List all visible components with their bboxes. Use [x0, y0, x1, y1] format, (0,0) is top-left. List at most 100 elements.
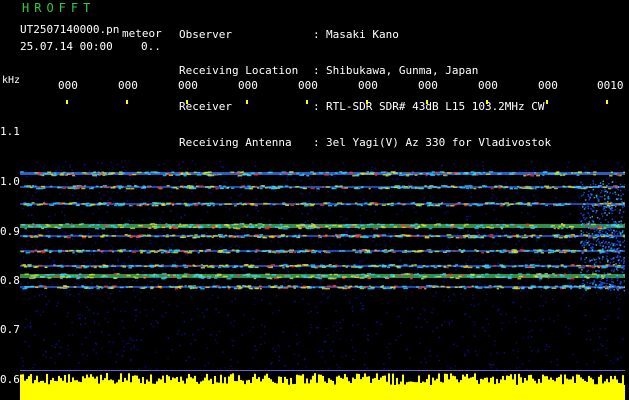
noise-speck	[377, 232, 379, 234]
signal-speck	[130, 265, 134, 267]
noise-speck	[269, 302, 271, 305]
noise-speck	[587, 242, 589, 244]
noise-speck	[128, 160, 130, 163]
noise-speck	[602, 180, 605, 182]
signal-speck	[81, 285, 84, 287]
noise-speck	[237, 361, 239, 363]
signal-speck	[370, 273, 375, 276]
signal-speck	[481, 276, 485, 278]
noise-speck	[345, 231, 347, 233]
noise-speck	[43, 339, 45, 341]
noise-speck	[490, 367, 492, 369]
noise-speck	[225, 182, 228, 184]
signal-speck	[331, 187, 335, 190]
level-bar	[230, 374, 232, 400]
signal-speck	[326, 285, 332, 287]
noise-speck	[321, 206, 324, 209]
noise-speck	[257, 210, 259, 212]
signal-speck	[478, 186, 482, 189]
signal-speck	[303, 187, 307, 190]
signal-speck	[168, 227, 172, 229]
level-bar	[136, 375, 138, 400]
signal-speck	[576, 185, 581, 188]
noise-speck	[424, 175, 427, 178]
noise-speck	[612, 362, 614, 365]
signal-speck	[291, 173, 294, 175]
noise-speck	[351, 307, 354, 310]
noise-speck	[121, 261, 124, 264]
noise-speck	[506, 197, 508, 200]
signal-speck	[556, 171, 560, 173]
signal-speck	[150, 265, 155, 267]
signal-speck	[237, 171, 240, 173]
signal-speck	[65, 276, 68, 279]
noise-speck	[624, 205, 625, 207]
level-bar	[348, 381, 350, 400]
noise-speck	[69, 294, 71, 296]
level-bar	[358, 373, 360, 400]
signal-speck	[325, 171, 329, 174]
signal-speck	[449, 276, 454, 279]
noise-speck	[411, 291, 414, 294]
signal-speck	[289, 277, 294, 280]
signal-speck	[147, 186, 151, 188]
noise-speck	[473, 321, 476, 323]
signal-speck	[474, 285, 479, 288]
signal-speck	[353, 264, 356, 266]
noise-speck	[195, 182, 197, 185]
signal-speck	[312, 173, 316, 175]
noise-speck	[476, 354, 478, 356]
noise-speck	[432, 295, 435, 297]
spectrogram	[20, 100, 625, 400]
noise-speck	[307, 303, 310, 305]
signal-speck	[497, 273, 501, 276]
noise-speck	[225, 221, 228, 223]
signal-speck	[311, 249, 315, 252]
signal-speck	[536, 236, 541, 239]
noise-speck	[609, 287, 611, 289]
noise-speck	[370, 231, 373, 233]
signal-speck	[168, 249, 173, 251]
noise-speck	[565, 326, 567, 329]
signal-speck	[199, 225, 203, 227]
level-bar	[78, 381, 80, 400]
noise-speck	[616, 240, 619, 242]
level-bar	[338, 375, 340, 400]
noise-speck	[352, 358, 354, 361]
signal-speck	[34, 249, 38, 251]
noise-speck	[255, 349, 257, 351]
signal-speck	[183, 266, 189, 269]
noise-speck	[478, 282, 481, 284]
signal-speck	[516, 185, 520, 188]
signal-speck	[230, 171, 235, 174]
noise-speck	[330, 350, 333, 352]
signal-speck	[200, 276, 206, 278]
signal-speck	[152, 225, 157, 228]
signal-speck	[38, 264, 43, 267]
signal-speck	[341, 250, 345, 252]
signal-speck	[357, 187, 361, 190]
level-bar	[268, 377, 270, 400]
signal-speck	[218, 185, 222, 187]
signal-speck	[434, 250, 440, 253]
noise-speck	[595, 194, 598, 197]
signal-speck	[201, 277, 205, 280]
noise-speck	[293, 301, 296, 303]
noise-speck	[622, 206, 624, 209]
level-bar	[470, 377, 472, 400]
noise-speck	[118, 180, 120, 182]
noise-speck	[293, 163, 295, 166]
level-bar	[128, 373, 130, 400]
signal-speck	[550, 226, 554, 228]
signal-speck	[230, 236, 234, 238]
signal-speck	[85, 173, 90, 176]
noise-speck	[268, 219, 271, 222]
signal-speck	[106, 204, 110, 207]
level-bar	[366, 376, 368, 400]
noise-speck	[292, 178, 294, 181]
level-bar	[150, 374, 152, 400]
signal-speck	[373, 172, 379, 175]
signal-speck	[162, 235, 166, 237]
signal-speck	[562, 225, 565, 227]
signal-speck	[183, 273, 188, 275]
